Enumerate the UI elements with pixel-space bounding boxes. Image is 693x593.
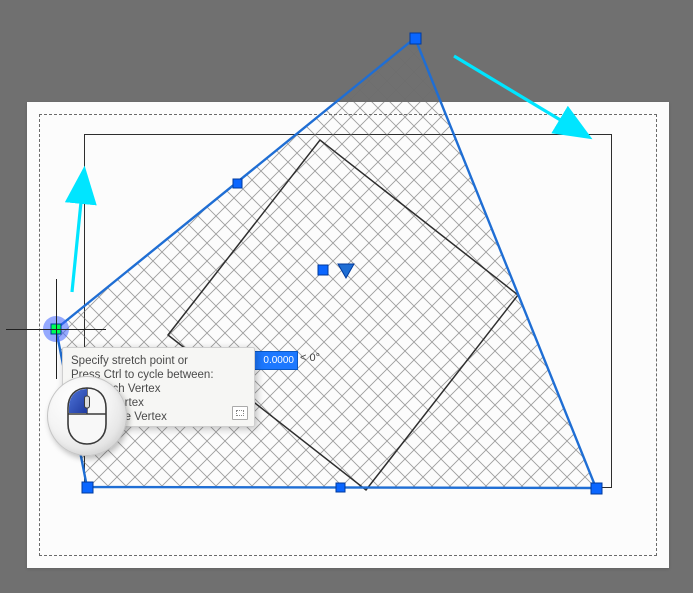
- dynamic-angle-label: < 0°: [300, 352, 320, 364]
- cursor-crosshair-vertical: [56, 279, 57, 379]
- context-menu-hint-icon: [232, 406, 248, 420]
- dynamic-distance-input[interactable]: 0.0000: [248, 351, 298, 370]
- drawing-paper[interactable]: [27, 102, 669, 568]
- mouse-icon: [64, 386, 110, 446]
- tooltip-line-1: Specify stretch point or: [71, 354, 246, 368]
- mouse-hint-bubble: [47, 376, 127, 456]
- grip-vertex-top[interactable]: [410, 33, 421, 44]
- title-block-frame: [84, 134, 612, 488]
